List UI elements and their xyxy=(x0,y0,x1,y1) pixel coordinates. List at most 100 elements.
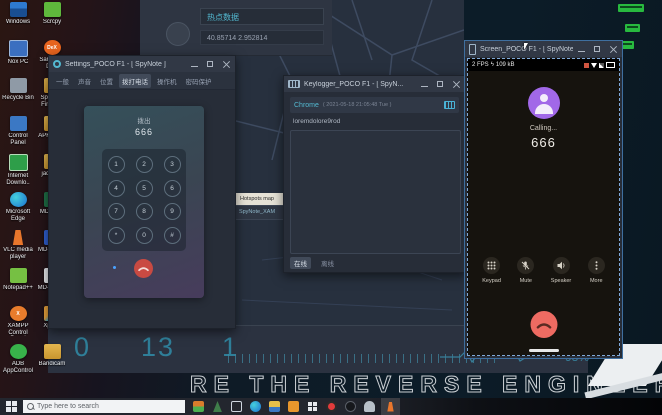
key-4[interactable]: 4 xyxy=(108,180,125,197)
refresh-circle-icon[interactable] xyxy=(166,22,190,46)
hotspot-query-field[interactable]: 热点数据 xyxy=(200,8,324,25)
dialer-keypad: 1 2 3 4 5 6 7 8 9 * 0 # xyxy=(102,149,186,251)
coordinates-field[interactable]: 40.85714 2.952814 xyxy=(200,30,324,45)
net-speed-widget-icon xyxy=(625,24,640,32)
wifi-icon xyxy=(591,63,597,68)
obs-icon[interactable] xyxy=(345,401,356,412)
status-dot xyxy=(113,266,116,269)
key-1[interactable]: 1 xyxy=(108,156,125,173)
key-hash[interactable]: # xyxy=(164,227,181,244)
settings-titlebar[interactable]: Settings_POCO F1 - [ SpyNote ] xyxy=(49,56,235,72)
more-dots-icon xyxy=(595,261,598,270)
vlc-cone-icon xyxy=(386,402,395,412)
speaker-button[interactable]: Speaker xyxy=(551,257,572,284)
key-3[interactable]: 3 xyxy=(164,156,181,173)
tab-password-protect[interactable]: 密码保护 xyxy=(183,74,215,88)
key-2[interactable]: 2 xyxy=(136,156,153,173)
edge-icon xyxy=(10,192,27,207)
desktop-icon-edge[interactable]: Microsoft Edge xyxy=(2,192,34,230)
minimize-icon[interactable] xyxy=(420,80,429,89)
call-controls: Keypad Mute Speaker More xyxy=(468,257,619,284)
key-8[interactable]: 8 xyxy=(136,203,153,220)
keylogger-titlebar[interactable]: Keylogger_POCO F1 - [ SpyN... xyxy=(284,76,465,92)
map-popup-title: Hotspots map xyxy=(228,193,286,205)
desktop-icon-xampp[interactable]: XXAMPP Control Panel xyxy=(2,306,34,344)
minimize-icon[interactable] xyxy=(577,45,586,54)
close-icon[interactable] xyxy=(222,60,231,69)
desktop-icon-control-panel[interactable]: Control Panel xyxy=(2,116,34,154)
counter-value: 3 xyxy=(158,332,173,363)
end-call-button[interactable] xyxy=(134,259,153,278)
key-6[interactable]: 6 xyxy=(164,180,181,197)
folder-app-icon[interactable] xyxy=(288,401,299,412)
keylog-captured-text: loremdolore9rod xyxy=(293,118,340,125)
key-star[interactable]: * xyxy=(108,227,125,244)
tab-general[interactable]: 一般 xyxy=(53,74,72,88)
more-button[interactable]: More xyxy=(588,257,605,284)
settings-window-title: Settings_POCO F1 - [ SpyNote ] xyxy=(65,61,186,68)
file-explorer-icon[interactable] xyxy=(269,401,280,412)
maximize-icon[interactable] xyxy=(593,45,602,54)
tab-location[interactable]: 位置 xyxy=(97,74,116,88)
news-widget-icon[interactable] xyxy=(193,401,204,412)
search-icon xyxy=(27,403,34,410)
task-view-icon[interactable] xyxy=(231,401,242,412)
tab-make-call[interactable]: 拨打电话 xyxy=(119,74,151,88)
desktop-icon-vlc[interactable]: VLC media player xyxy=(2,230,34,268)
key-5[interactable]: 5 xyxy=(136,180,153,197)
phone-screen[interactable]: 2 FPS ϟ 109 kB Calling... 666 Keypad xyxy=(467,58,620,356)
tab-sound[interactable]: 声音 xyxy=(75,74,94,88)
phone-down-icon xyxy=(536,321,551,329)
record-status-icon xyxy=(584,63,589,68)
keylog-entry-header[interactable]: Chrome ( 2021-05-18 21:05:48 Tue ) xyxy=(290,97,459,113)
xampp-icon: X xyxy=(10,306,27,321)
map-marker-popup[interactable]: Hotspots map SpyNote_XAM xyxy=(228,193,286,220)
screen-titlebar[interactable]: Screen_POCO F1 - [ SpyNote ] xyxy=(465,41,622,57)
maximize-icon[interactable] xyxy=(436,80,445,89)
control-panel-icon xyxy=(10,116,27,131)
mute-button[interactable]: Mute xyxy=(517,257,534,284)
keylog-text-area[interactable] xyxy=(290,130,461,254)
app-grid-icon[interactable] xyxy=(307,401,318,412)
desktop-icon-bandicam[interactable]: Bandicam xyxy=(36,344,68,382)
vlc-taskbar-button[interactable] xyxy=(381,398,400,415)
desktop-icon-recycle-bin[interactable]: Recycle Bin xyxy=(2,78,34,116)
desktop-icon-idm[interactable]: Internet Downlo.. xyxy=(2,154,34,192)
home-indicator-bar[interactable] xyxy=(529,349,559,352)
desktop-icon-nox-pc[interactable]: Nox PC xyxy=(2,40,34,78)
tab-operator[interactable]: 操作机 xyxy=(154,74,180,88)
tab-offline[interactable]: 离线 xyxy=(317,257,338,269)
start-button[interactable] xyxy=(6,401,17,412)
key-0[interactable]: 0 xyxy=(136,227,153,244)
edge-taskbar-icon[interactable] xyxy=(250,401,261,412)
minimize-icon[interactable] xyxy=(190,60,199,69)
bolt-icon: ϟ xyxy=(491,62,494,68)
close-icon[interactable] xyxy=(609,45,618,54)
fps-indicator: 2 FPS xyxy=(472,62,489,68)
key-9[interactable]: 9 xyxy=(164,203,181,220)
search-input[interactable]: Type here to search xyxy=(23,400,185,413)
folder-icon xyxy=(44,344,61,359)
weather-widget-icon[interactable] xyxy=(212,401,223,412)
call-state-label: Calling... xyxy=(468,125,619,132)
bandicam-record-icon[interactable] xyxy=(326,401,337,412)
hangup-button[interactable] xyxy=(530,311,557,338)
desktop-icon-scrcpy[interactable]: Scrcpy xyxy=(36,2,68,40)
dialer-number: 666 xyxy=(84,127,204,137)
keypad-button[interactable]: Keypad xyxy=(482,257,501,284)
close-icon[interactable] xyxy=(452,80,461,89)
desktop-icon-windows[interactable]: Windows xyxy=(2,2,34,40)
windows-folder-icon xyxy=(10,2,27,17)
notepadpp-icon xyxy=(10,268,27,283)
desktop-icon-notepadpp[interactable]: Notepad++ xyxy=(2,268,34,306)
maximize-icon[interactable] xyxy=(206,60,215,69)
idm-icon xyxy=(9,154,28,171)
traffic-indicator: 109 kB xyxy=(496,62,515,68)
keylog-timestamp: ( 2021-05-18 21:05:48 Tue ) xyxy=(323,102,440,108)
pc-monitor-icon xyxy=(9,40,28,57)
key-7[interactable]: 7 xyxy=(108,203,125,220)
desktop-icon-adb[interactable]: ADB AppControl xyxy=(2,344,34,382)
cloud-app-icon[interactable] xyxy=(364,401,375,412)
phone-down-icon xyxy=(138,265,149,272)
tab-online[interactable]: 在线 xyxy=(290,257,311,269)
